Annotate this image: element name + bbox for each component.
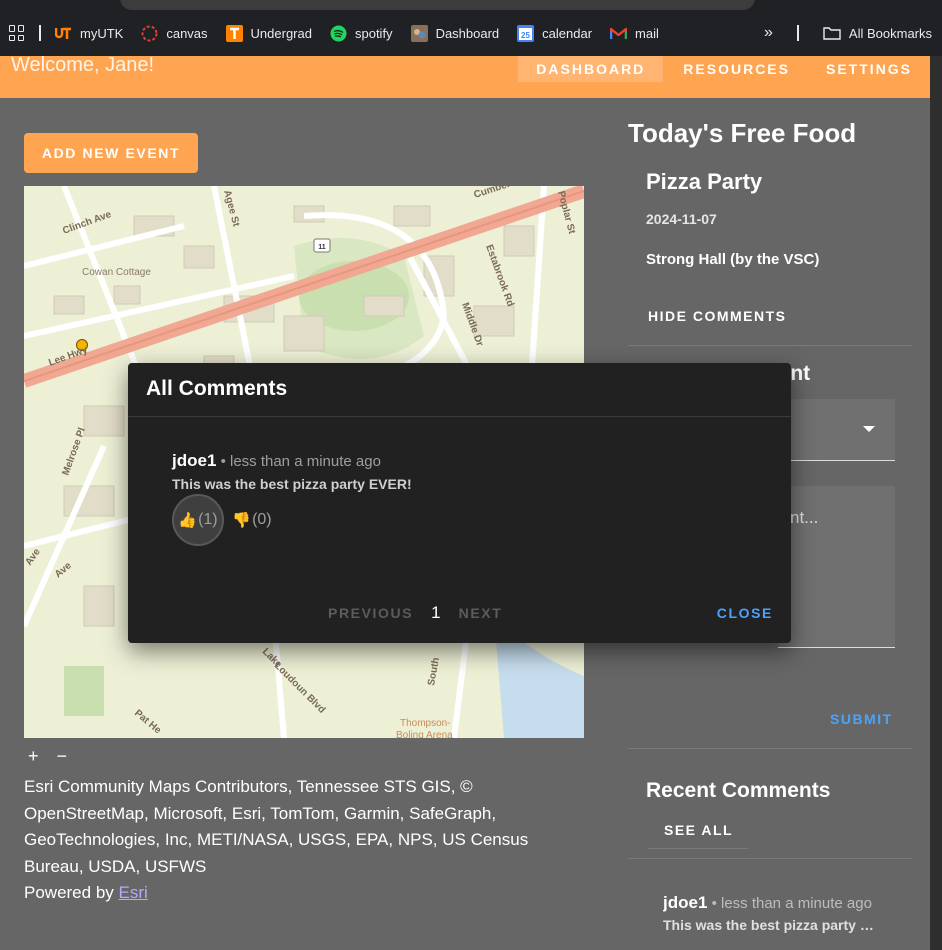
like-count: (1) — [198, 511, 218, 528]
event-location: Strong Hall (by the VSC) — [646, 251, 820, 268]
divider — [628, 858, 912, 859]
divider — [628, 345, 912, 346]
esri-link[interactable]: Esri — [119, 883, 148, 902]
zoom-in-button[interactable]: + — [28, 746, 39, 767]
current-page: 1 — [431, 603, 441, 622]
recent-comment-time: • less than a minute ago — [707, 895, 872, 912]
recent-comments-heading: Recent Comments — [646, 779, 831, 802]
bookmarks-overflow-icon[interactable]: » — [764, 24, 773, 42]
bookmark-dashboard[interactable]: Dashboard — [410, 24, 500, 42]
comment-placeholder: nt... — [790, 508, 819, 527]
folder-icon — [823, 27, 841, 40]
comment-user: jdoe1 — [172, 451, 217, 470]
dislike-button[interactable]: 👎 (0) — [226, 494, 278, 546]
comment-time: • less than a minute ago — [216, 453, 381, 470]
todays-free-food-title: Today's Free Food — [628, 118, 857, 148]
bookmark-label: calendar — [542, 25, 593, 41]
bookmark-label: myUTK — [80, 25, 124, 41]
map-label: Thompson- — [400, 718, 451, 729]
app-header: Welcome, Jane! DASHBOARD RESOURCES SETTI… — [0, 54, 930, 98]
nav-resources[interactable]: RESOURCES — [665, 56, 808, 82]
submit-button[interactable]: SUBMIT — [830, 711, 893, 727]
caret-down-icon — [863, 426, 875, 432]
see-all-button[interactable]: SEE ALL — [648, 813, 748, 849]
dislike-count: (0) — [252, 511, 272, 528]
thumbs-up-icon: 👍 — [178, 512, 198, 529]
map-attribution: Esri Community Maps Contributors, Tennes… — [24, 774, 564, 907]
page-scrollbar[interactable] — [930, 56, 942, 950]
comment-textarea[interactable]: nt... — [778, 486, 895, 648]
bookmark-spotify[interactable]: spotify — [330, 25, 393, 42]
map-label: Cowan Cottage — [82, 267, 151, 278]
zoom-out-button[interactable]: − — [57, 746, 68, 767]
next-page-button[interactable]: NEXT — [459, 605, 503, 621]
canvas-logo-icon — [141, 25, 158, 41]
map-label: Boling Arena — [396, 730, 453, 738]
bookmark-undergrad[interactable]: Undergrad — [225, 24, 312, 42]
dashboard-icon — [410, 24, 428, 42]
bookmark-label: spotify — [354, 25, 393, 41]
bookmark-myutk[interactable]: myUTK — [55, 26, 123, 41]
pagination: PREVIOUS 1 NEXT — [328, 603, 502, 623]
map-label: 11 — [318, 244, 326, 251]
event-name: Pizza Party — [646, 169, 763, 194]
bookmark-label: mail — [635, 25, 659, 41]
recent-comment-item: jdoe1 • less than a minute ago This was … — [663, 893, 878, 933]
all-bookmarks-button[interactable]: All Bookmarks — [823, 26, 932, 41]
browser-bookmarks-bar: myUTK canvas Undergrad spotify Dashboard… — [0, 0, 942, 56]
close-button[interactable]: CLOSE — [717, 605, 773, 621]
event-date: 2024-11-07 — [646, 211, 717, 227]
main-nav: DASHBOARD RESOURCES SETTINGS — [518, 56, 930, 86]
dialog-divider — [128, 416, 791, 417]
bookmark-mail[interactable]: mail — [610, 26, 659, 41]
hide-comments-button[interactable]: HIDE COMMENTS — [648, 308, 787, 324]
tab-strip — [120, 0, 755, 10]
attribution-text: Esri Community Maps Contributors, Tennes… — [24, 777, 529, 876]
previous-page-button[interactable]: PREVIOUS — [328, 605, 413, 621]
gmail-icon — [610, 27, 628, 39]
bookmark-label: Undergrad — [250, 25, 312, 41]
comment-event-select[interactable] — [778, 399, 895, 461]
bookmark-label: Dashboard — [435, 25, 500, 41]
spotify-icon — [330, 25, 347, 41]
bookmark-canvas[interactable]: canvas — [141, 25, 208, 42]
comment-text: This was the best pizza party EVER! — [172, 476, 412, 492]
add-new-event-button[interactable]: ADD NEW EVENT — [24, 133, 198, 173]
welcome-message: Welcome, Jane! — [11, 54, 155, 76]
utk-logo-icon — [55, 27, 71, 39]
apps-grid-icon[interactable] — [9, 25, 25, 41]
thumbs-down-icon: 👎 — [232, 512, 252, 529]
like-button[interactable]: 👍 (1) — [172, 494, 224, 546]
comment-header: jdoe1 • less than a minute ago — [172, 451, 381, 471]
calendar-day: 25 — [521, 31, 530, 40]
divider — [628, 748, 912, 749]
bookmark-calendar[interactable]: 25 calendar — [517, 24, 593, 42]
bookmark-label: canvas — [166, 25, 208, 41]
bookmarks-divider — [39, 25, 41, 41]
recent-comment-text: This was the best pizza party EVER! — [663, 917, 878, 933]
calendar-icon: 25 — [517, 24, 535, 42]
powered-by-label: Powered by — [24, 883, 119, 902]
map-zoom-controls: + − — [28, 746, 67, 767]
powered-by: Powered by Esri — [24, 880, 564, 907]
dialog-title: All Comments — [146, 377, 288, 400]
nav-settings[interactable]: SETTINGS — [808, 56, 930, 82]
recent-comment-user: jdoe1 — [663, 893, 708, 912]
all-comments-dialog: All Comments jdoe1 • less than a minute … — [128, 363, 791, 643]
nav-dashboard[interactable]: DASHBOARD — [518, 56, 664, 82]
all-bookmarks-label: All Bookmarks — [848, 25, 932, 41]
t-logo-icon — [225, 24, 243, 42]
bookmarks-divider — [796, 25, 799, 41]
